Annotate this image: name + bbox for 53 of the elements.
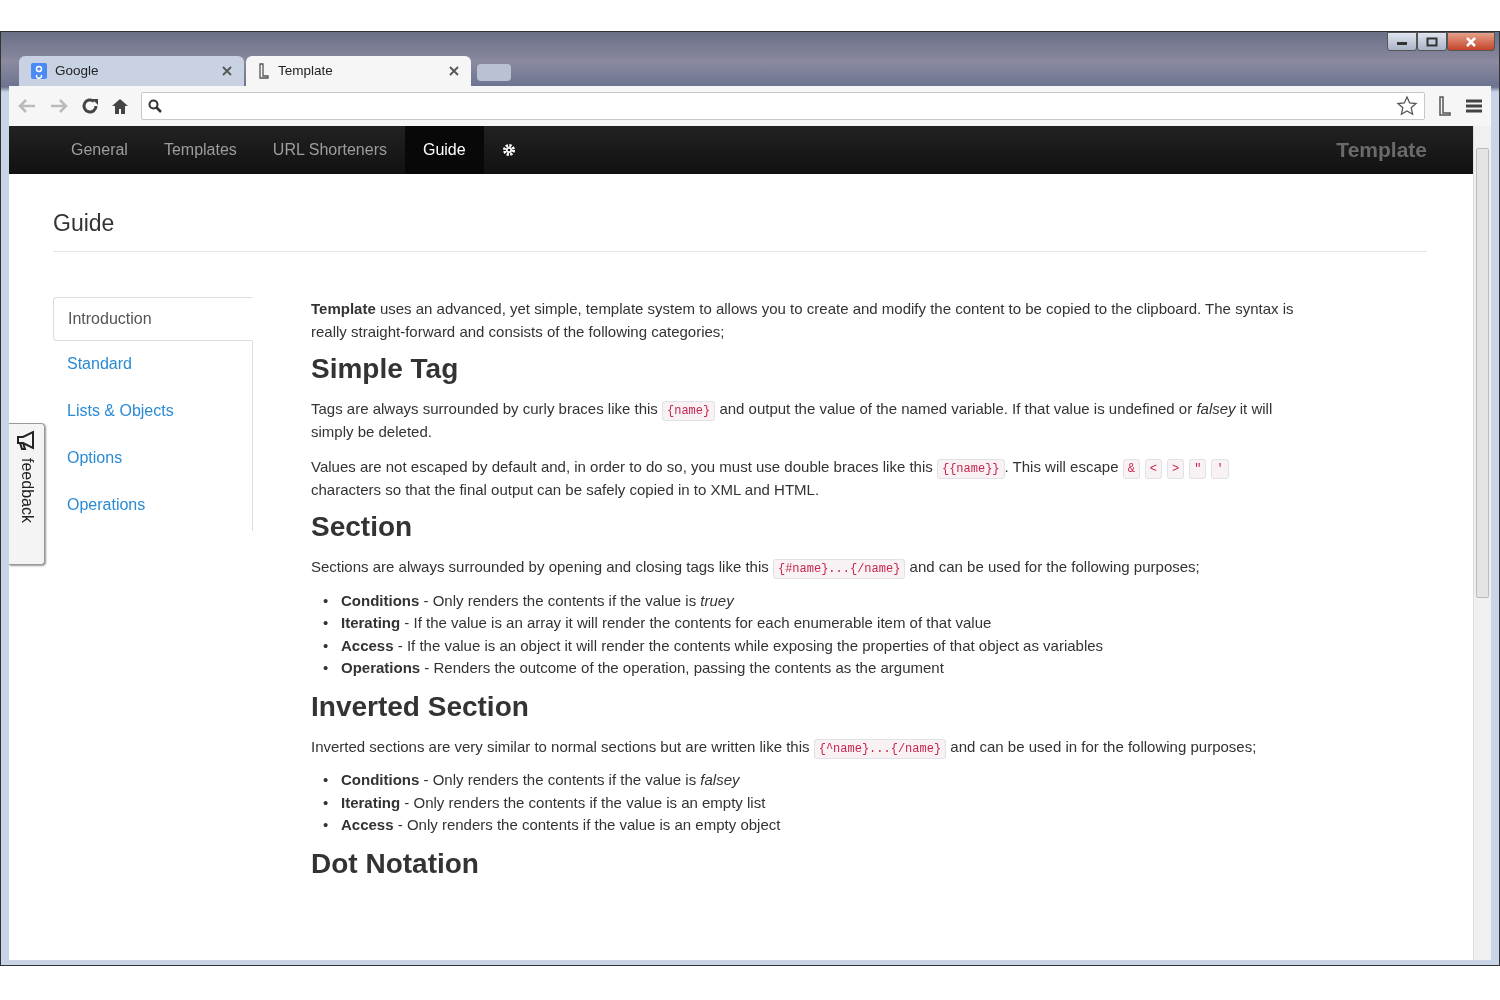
section-heading: Dot Notation xyxy=(311,848,480,880)
sidebar-item[interactable]: Lists & Objects xyxy=(53,387,253,435)
home-icon[interactable] xyxy=(111,97,129,115)
minimize-button[interactable] xyxy=(1387,32,1417,51)
bullet-mark: • xyxy=(323,635,330,656)
list-item: Access - If the value is an object it will render the contents while exposing the properties of that object as variables xyxy=(341,635,1104,656)
list-item: Conditions - Only renders the contents if the value is truey xyxy=(341,590,734,611)
list-item: Operations - Renders the outcome of the operation, passing the contents as the argument xyxy=(341,658,944,679)
bullet-mark: • xyxy=(323,770,330,791)
nav-tab[interactable]: Guide xyxy=(404,126,484,174)
sidebar-item[interactable]: Introduction xyxy=(53,296,253,341)
page-title: Guide xyxy=(53,206,1427,252)
bullet-mark: • xyxy=(323,815,330,836)
nav-tab[interactable]: URL Shorteners xyxy=(254,126,405,174)
page-icon xyxy=(258,63,270,79)
section-heading: Section xyxy=(311,512,414,544)
reload-icon[interactable] xyxy=(81,97,99,115)
section-heading: Inverted Section xyxy=(311,691,530,723)
menu-icon[interactable] xyxy=(1465,98,1483,114)
settings-icon xyxy=(501,143,516,157)
bullet-mark: • xyxy=(323,658,330,679)
section-heading: Simple Tag xyxy=(311,354,460,385)
maximize-icon xyxy=(1426,36,1438,47)
feedback-tab[interactable]: feedback xyxy=(9,423,45,565)
brand-title: Template xyxy=(1336,137,1427,164)
sidebar-item[interactable]: Operations xyxy=(53,481,253,529)
bullet-mark: • xyxy=(323,590,330,611)
list-item: Access - Only renders the contents if the value is an empty object xyxy=(341,815,781,836)
maximize-button[interactable] xyxy=(1417,32,1447,51)
sidebar-item[interactable]: Standard xyxy=(53,340,253,388)
paragraph: Tags are always surrounded by curly braces like this {name} and output the value of the named variable. If that value is undefined or falsey it will simply be deleted. xyxy=(311,398,1274,443)
scrollbar[interactable] xyxy=(1473,126,1491,960)
paragraph: Sections are always surrounded by opening and closing tags like this {#name}...{/name} and can be used for the following purposes; xyxy=(311,555,1301,579)
list-item: Iterating - If the value is an array it will render the contents for each enumerable item of that value xyxy=(341,613,992,634)
browser-tab[interactable]: Google xyxy=(19,56,244,86)
list-item: Conditions - Only renders the contents if the value is falsey xyxy=(341,770,740,791)
close-tab-icon[interactable] xyxy=(449,66,459,76)
nav-tab[interactable]: Templates xyxy=(145,126,255,174)
star-icon[interactable] xyxy=(1396,95,1418,117)
paragraph: Inverted sections are very similar to normal sections but are written like this {^name}...{/name} and can be used in for the following purposes; xyxy=(311,734,1301,759)
search-icon xyxy=(148,99,162,113)
browser-tab[interactable]: Template xyxy=(246,56,471,86)
bullet-mark: • xyxy=(323,613,330,634)
sidebar-item[interactable]: Options xyxy=(53,434,253,482)
close-tab-icon[interactable] xyxy=(222,66,232,76)
close-button[interactable] xyxy=(1447,32,1495,51)
nav-tab[interactable]: General xyxy=(53,126,146,174)
paragraph: Values are not escaped by default and, in order to do so, you must use double braces like this {{name}} . This will escape & < > " ' characters so that the final output can be safely copied in to XML and HTML. xyxy=(311,454,1301,502)
bullet-mark: • xyxy=(323,792,330,813)
close-icon xyxy=(1465,36,1477,47)
paragraph: Template uses an advanced, yet simple, template system to allows you to create and modify the content to be copied to the clipboard. The syntax is really straight-forward and consists of the following categories; xyxy=(311,298,1295,342)
list-item: Iterating - Only renders the contents if the value is an empty list xyxy=(341,792,766,813)
extension-icon[interactable] xyxy=(1437,95,1453,117)
